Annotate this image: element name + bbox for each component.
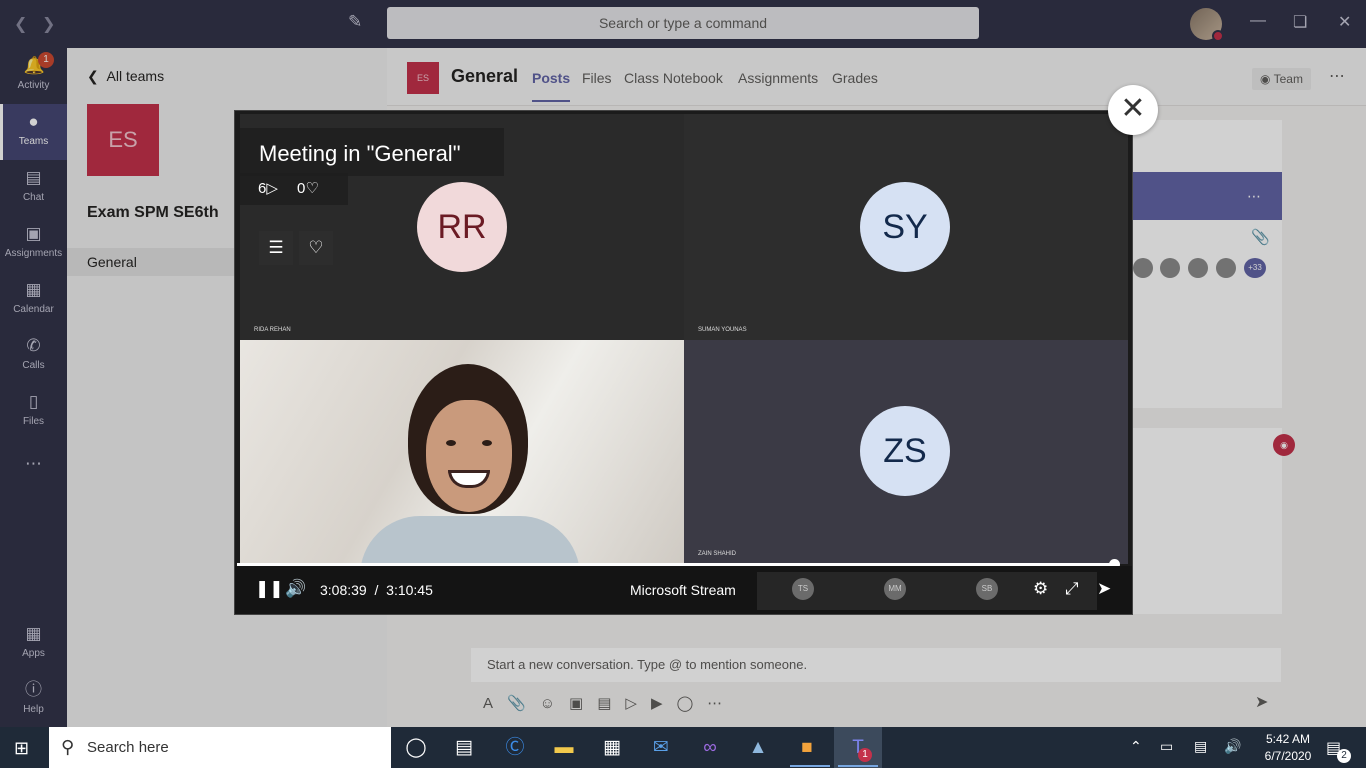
thumbnail-avatar: TS: [792, 578, 814, 600]
volume-icon[interactable]: 🔊: [285, 579, 306, 599]
webcam-person: [446, 440, 456, 446]
webcam-person: [360, 516, 580, 564]
system-clock[interactable]: 5:42 AM 6/7/2020: [1258, 731, 1318, 765]
heart-icon: ♡: [305, 180, 319, 197]
speaker-icon[interactable]: 🔊: [1224, 738, 1241, 755]
store-icon[interactable]: ▦: [599, 735, 625, 761]
teams-badge: 1: [858, 748, 872, 762]
views-count: 6▷: [258, 179, 278, 197]
pause-icon[interactable]: ❚❚: [255, 579, 284, 599]
likes-count: 0♡: [297, 179, 319, 197]
close-modal-button[interactable]: ✕: [1108, 85, 1158, 135]
running-indicator: [790, 765, 830, 767]
taskbar-search-text: Search here: [87, 739, 169, 756]
total-time: 3:10:45: [386, 582, 433, 598]
webcam-video-tile: [240, 340, 684, 564]
mail-icon[interactable]: ✉: [648, 735, 674, 761]
time-separator: /: [374, 582, 379, 598]
clock-time: 5:42 AM: [1265, 732, 1311, 746]
notification-count: 2: [1337, 749, 1351, 763]
virtualbox-icon[interactable]: ▲: [745, 735, 771, 761]
time-display: 3:08:39 / 3:10:45: [320, 582, 433, 598]
current-time: 3:08:39: [320, 582, 367, 598]
thumbnail-avatar: SB: [976, 578, 998, 600]
participant-avatar: SY: [860, 182, 950, 272]
participant-tile-zs: ZS ZAIN SHAHID: [684, 340, 1128, 564]
battery-icon[interactable]: ▭: [1160, 738, 1173, 755]
visual-studio-icon[interactable]: ∞: [697, 735, 723, 761]
participant-avatar: RR: [417, 182, 507, 272]
like-heart-icon[interactable]: ♡: [299, 231, 333, 265]
file-explorer-icon[interactable]: ▬: [551, 735, 577, 761]
participant-name: RIDA REHAN: [254, 327, 291, 333]
participant-tile-sy: SY SUMAN YOUNAS: [684, 114, 1128, 340]
chevron-up-icon[interactable]: ⌃: [1130, 738, 1142, 755]
cortana-icon[interactable]: ◯: [403, 735, 429, 761]
thumbnail-avatar: MM: [884, 578, 906, 600]
participant-avatar: ZS: [860, 406, 950, 496]
settings-gear-icon[interactable]: ⚙: [1033, 579, 1048, 599]
close-icon: ✕: [1120, 92, 1146, 125]
add-to-playlist-icon[interactable]: ☰: [259, 231, 293, 265]
search-icon: ⚲: [61, 737, 75, 757]
app-icon[interactable]: ■: [794, 735, 820, 761]
player-controls: ❚❚ 🔊 3:08:39 / 3:10:45 TS MM SB Microsof…: [235, 566, 1132, 614]
stats-overlay: [240, 173, 348, 205]
participant-name: ZAIN SHAHID: [698, 551, 737, 557]
taskbar-search[interactable]: ⚲ Search here: [49, 727, 391, 768]
share-icon[interactable]: ➤: [1097, 579, 1111, 599]
stream-brand: Microsoft Stream: [630, 582, 736, 598]
webcam-person: [426, 400, 512, 512]
fullscreen-icon[interactable]: ⤢: [1065, 579, 1079, 599]
webcam-person: [482, 440, 492, 446]
network-icon[interactable]: ▤: [1194, 738, 1207, 755]
edge-browser-icon[interactable]: Ⓒ: [502, 735, 528, 761]
running-indicator: [838, 765, 878, 767]
task-view-icon[interactable]: ▤: [451, 735, 477, 761]
clock-date: 6/7/2020: [1264, 749, 1312, 763]
windows-taskbar: ⊞ ⚲ Search here ◯ ▤ Ⓒ ▬ ▦ ✉ ∞ ▲ ■ T 1 ⌃ …: [0, 727, 1366, 768]
play-circle-icon: ▷: [266, 180, 278, 197]
participant-name: SUMAN YOUNAS: [698, 327, 747, 333]
video-player-modal: RR RIDA REHAN SY SUMAN YOUNAS ZS ZAIN SH…: [234, 110, 1133, 615]
video-title: Meeting in "General": [259, 141, 461, 166]
windows-start-icon[interactable]: ⊞: [14, 738, 29, 759]
